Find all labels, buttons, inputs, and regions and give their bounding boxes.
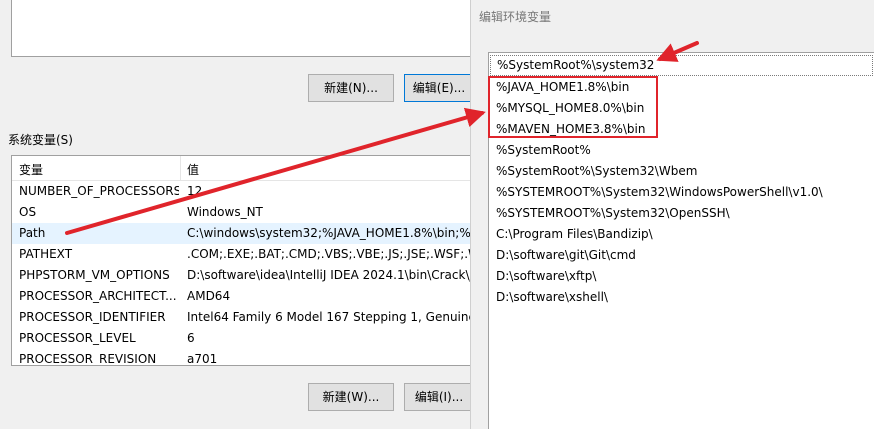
list-header: 变量 值 (12, 156, 472, 181)
variable-name: OS (19, 205, 37, 219)
variable-value: 6 (187, 331, 195, 345)
table-row[interactable]: PROCESSOR_LEVEL 6 (12, 328, 472, 349)
path-entry-selected[interactable]: %SystemRoot%\system32 (490, 55, 873, 76)
variable-name: PROCESSOR_IDENTIFIER (19, 310, 166, 324)
variable-name: PROCESSOR_REVISION (19, 352, 157, 366)
variable-value: Windows_NT (187, 205, 263, 219)
variable-value: .COM;.EXE;.BAT;.CMD;.VBS;.VBE;.JS;.JSE;.… (187, 247, 473, 261)
variable-value: Intel64 Family 6 Model 167 Stepping 1, G… (187, 310, 473, 324)
path-entry[interactable]: %SYSTEMROOT%\System32\OpenSSH\ (496, 203, 730, 224)
path-entry[interactable]: D:\software\xftp\ (496, 266, 596, 287)
table-row[interactable]: PROCESSOR_IDENTIFIER Intel64 Family 6 Mod… (12, 307, 472, 328)
variable-name: PROCESSOR_ARCHITECT... (19, 289, 177, 303)
variable-value: D:\software\idea\IntelliJ IDEA 2024.1\bi… (187, 268, 473, 282)
column-header-variable[interactable]: 变量 (19, 161, 43, 178)
table-row-selected[interactable]: Path C:\windows\system32;%JAVA_HOME1.8%\b… (12, 223, 472, 244)
variable-name: PHPSTORM_VM_OPTIONS (19, 268, 170, 282)
table-row[interactable]: PROCESSOR_REVISION a701 (12, 349, 472, 366)
path-entry[interactable]: D:\software\xshell\ (496, 287, 608, 308)
variable-name: PROCESSOR_LEVEL (19, 331, 136, 345)
variable-name: PATHEXT (19, 247, 73, 261)
system-variables-label: 系统变量(S) (8, 133, 73, 147)
path-entry[interactable]: %SystemRoot% (496, 140, 591, 161)
table-row[interactable]: NUMBER_OF_PROCESSORS 12 (12, 181, 472, 202)
user-new-button[interactable]: 新建(N)... (308, 74, 394, 102)
variable-name: Path (19, 226, 46, 240)
highlight-box (488, 76, 658, 138)
table-row[interactable]: PHPSTORM_VM_OPTIONS D:\software\idea\Inte… (12, 265, 472, 286)
variable-value: AMD64 (187, 289, 231, 303)
column-divider[interactable] (180, 156, 181, 180)
table-row[interactable]: PROCESSOR_ARCHITECT... AMD64 (12, 286, 472, 307)
system-edit-button[interactable]: 编辑(I)... (404, 383, 474, 411)
path-entry[interactable]: C:\Program Files\Bandizip\ (496, 224, 653, 245)
variable-value: 12 (187, 184, 203, 198)
path-entry[interactable]: %SYSTEMROOT%\System32\WindowsPowerShell\… (496, 182, 823, 203)
variable-name: NUMBER_OF_PROCESSORS (19, 184, 179, 198)
variable-value: C:\windows\system32;%JAVA_HOME1.8%\bin;%… (187, 226, 473, 240)
dialog-title: 编辑环境变量 (479, 10, 552, 24)
table-row[interactable]: PATHEXT .COM;.EXE;.BAT;.CMD;.VBS;.VBE;.JS… (12, 244, 472, 265)
user-variables-list[interactable] (11, 0, 471, 57)
system-new-button[interactable]: 新建(W)... (308, 383, 394, 411)
path-entry[interactable]: %SystemRoot%\System32\Wbem (496, 161, 697, 182)
system-variables-list[interactable]: 变量 值 NUMBER_OF_PROCESSORS 12 OS Windows_NT… (11, 155, 473, 366)
user-edit-button[interactable]: 编辑(E)... (404, 74, 474, 102)
table-row[interactable]: OS Windows_NT (12, 202, 472, 223)
variable-value: a701 (187, 352, 218, 366)
path-entry[interactable]: D:\software\git\Git\cmd (496, 245, 636, 266)
column-header-value[interactable]: 值 (187, 161, 199, 178)
